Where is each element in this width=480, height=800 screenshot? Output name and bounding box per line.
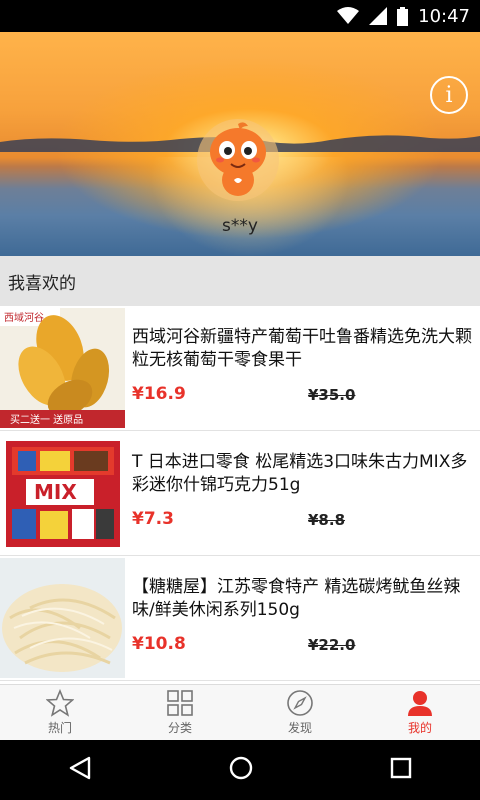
tab-hot[interactable]: 热门 (0, 685, 120, 740)
back-button[interactable] (67, 755, 93, 785)
product-item[interactable]: MIX T 日本进口零食 松尾精选3口味朱古力MIX多彩迷你什锦巧克力51g ¥… (0, 431, 480, 556)
product-price: ¥10.8 (132, 634, 186, 654)
tab-label: 发现 (287, 721, 312, 735)
thumb-brand: 西域河谷 (4, 311, 44, 324)
status-bar: 10:47 (0, 0, 480, 32)
product-item[interactable]: 西域河谷 买二送一 送原品 西域河谷新疆特产葡萄干吐鲁番精选免洗大颗粒无核葡萄干… (0, 306, 480, 431)
product-thumbnail: 西域河谷 买二送一 送原品 (0, 308, 125, 428)
info-button[interactable]: i (430, 76, 468, 114)
product-original-price: ¥8.8 (308, 511, 346, 529)
section-header-favorites: 我喜欢的 (0, 256, 480, 306)
home-icon (229, 756, 253, 780)
mascot-avatar-icon (197, 119, 279, 201)
bottom-tab-bar: 热门 分类 发现 我的 (0, 684, 480, 740)
star-icon (46, 689, 74, 717)
person-icon (406, 689, 434, 717)
tab-mine[interactable]: 我的 (360, 685, 480, 740)
product-thumbnail: MIX (0, 433, 125, 553)
home-button[interactable] (228, 755, 254, 785)
back-icon (70, 756, 91, 780)
product-price: ¥16.9 (132, 384, 186, 404)
tab-label: 分类 (167, 721, 192, 735)
avatar[interactable] (196, 118, 280, 202)
recents-icon (390, 757, 411, 779)
info-icon: i (445, 82, 453, 108)
favorites-list: 西域河谷 买二送一 送原品 西域河谷新疆特产葡萄干吐鲁番精选免洗大颗粒无核葡萄干… (0, 306, 480, 681)
status-time: 10:47 (418, 5, 470, 27)
product-original-price: ¥35.0 (308, 386, 356, 404)
tab-discover[interactable]: 发现 (240, 685, 360, 740)
compass-icon (286, 689, 314, 717)
battery-icon (397, 6, 409, 26)
product-title: 【糖糖屋】江苏零食特产 精选碳烤鱿鱼丝辣味/鲜美休闲系列150g (132, 577, 461, 620)
grid-icon (166, 689, 194, 717)
recents-button[interactable] (389, 756, 413, 784)
section-title: 我喜欢的 (8, 273, 76, 294)
product-thumbnail (0, 558, 125, 678)
wifi-icon (337, 7, 360, 25)
signal-icon (369, 7, 388, 25)
svg-text:MIX: MIX (34, 480, 77, 504)
product-original-price: ¥22.0 (308, 636, 356, 654)
tab-category[interactable]: 分类 (120, 685, 240, 740)
system-nav-bar (0, 740, 480, 800)
tab-label: 热门 (47, 721, 72, 735)
profile-header: i s**y (0, 32, 480, 256)
product-title: T 日本进口零食 松尾精选3口味朱古力MIX多彩迷你什锦巧克力51g (132, 452, 468, 495)
product-price: ¥7.3 (132, 509, 174, 529)
username: s**y (222, 216, 258, 236)
tab-label: 我的 (407, 721, 432, 735)
product-item[interactable]: 【糖糖屋】江苏零食特产 精选碳烤鱿鱼丝辣味/鲜美休闲系列150g ¥10.8 ¥… (0, 556, 480, 681)
product-title: 西域河谷新疆特产葡萄干吐鲁番精选免洗大颗粒无核葡萄干零食果干 (132, 327, 472, 370)
thumb-promo-banner: 买二送一 送原品 (10, 413, 83, 426)
